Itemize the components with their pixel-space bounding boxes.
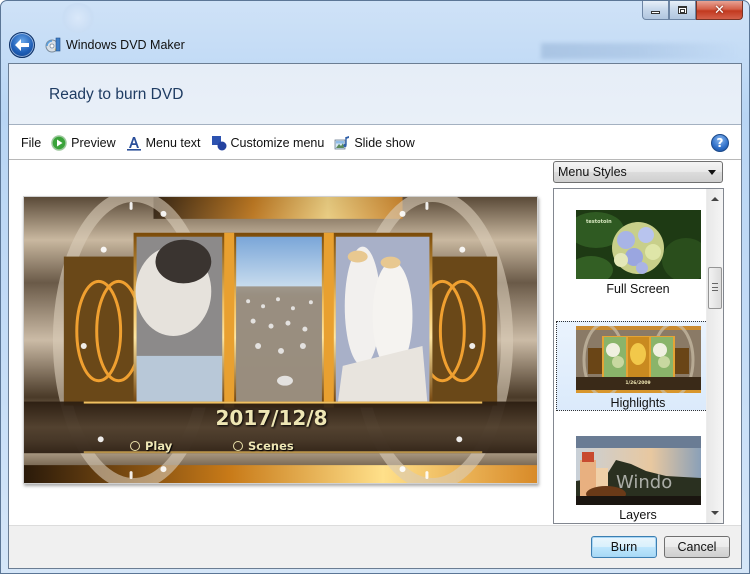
scroll-up-arrow-icon[interactable] — [711, 197, 719, 201]
styles-list-scrollbar[interactable] — [706, 189, 723, 523]
footer-bar: Burn Cancel — [9, 525, 741, 568]
menu-styles-list: testotoin Full Screen 1/26/2009 Highligh… — [553, 188, 724, 524]
menu-preview: 2017/12/8 Play Scenes — [23, 196, 538, 484]
style-thumbnail-layers: Windo — [575, 436, 701, 505]
window-title: Windows DVD Maker — [66, 38, 185, 52]
burn-button[interactable]: Burn — [591, 536, 657, 558]
style-item-layers[interactable]: Windo Layers — [556, 432, 720, 522]
arrow-left-icon — [15, 39, 29, 51]
help-button[interactable]: ? — [711, 134, 729, 152]
style-label-full-screen: Full Screen — [606, 282, 670, 296]
text-a-icon — [126, 136, 141, 151]
highlights-thumbnail-image: 1/26/2009 — [575, 326, 701, 393]
grip-icon — [712, 283, 718, 291]
scrollbar-thumb[interactable] — [708, 267, 722, 309]
slideshow-icon — [334, 135, 350, 149]
maximize-button[interactable] — [669, 1, 696, 20]
wizard-content: Ready to burn DVD File Preview Menu text — [8, 63, 742, 569]
slide-show-button[interactable]: Slide show — [334, 131, 415, 155]
slide-show-label: Slide show — [354, 135, 415, 150]
wizard-header: Ready to burn DVD — [9, 64, 741, 125]
dvd-maker-window: ✕ Windows DVD Maker Ready to burn DVD Fi… — [0, 0, 750, 574]
thumbnail-caption: testotoin — [586, 219, 612, 225]
lighthouse-thumbnail-image: Windo — [575, 436, 701, 505]
style-label-layers: Layers — [619, 508, 657, 522]
menu-title-text: 2017/12/8 — [215, 406, 328, 430]
menu-styles-dropdown[interactable]: Menu Styles — [553, 161, 723, 183]
dvd-maker-app-icon — [45, 37, 61, 53]
main-area: 2017/12/8 Play Scenes Menu Styles testot… — [9, 161, 741, 524]
scroll-down-arrow-icon[interactable] — [711, 511, 719, 515]
menu-option-scenes-label: Scenes — [248, 439, 294, 453]
preview-button[interactable]: Preview — [51, 131, 116, 155]
menu-option-play-label: Play — [145, 439, 173, 453]
toolbar: File Preview Menu text Customize menu Sl… — [9, 126, 741, 160]
menu-text-button[interactable]: Menu text — [126, 131, 201, 155]
radio-ring-icon — [233, 441, 243, 451]
caption-buttons: ✕ — [642, 1, 743, 20]
style-thumbnail-full-screen: testotoin — [575, 210, 701, 279]
shapes-icon — [211, 135, 227, 150]
file-menu-label: File — [21, 135, 42, 150]
menu-preview-title: 2017/12/8 — [24, 406, 537, 430]
title-bar: Windows DVD Maker — [9, 31, 185, 59]
menu-styles-dropdown-value: Menu Styles — [558, 165, 627, 179]
style-item-full-screen[interactable]: testotoin Full Screen — [556, 206, 720, 296]
close-icon: ✕ — [714, 2, 725, 18]
customize-menu-label: Customize menu — [230, 135, 325, 150]
hydrangea-thumbnail-image: testotoin — [575, 210, 701, 279]
menu-option-play[interactable]: Play — [130, 439, 172, 453]
glass-decoration — [59, 3, 97, 33]
radio-ring-icon — [130, 441, 140, 451]
menu-text-label: Menu text — [145, 135, 201, 150]
preview-label: Preview — [71, 135, 116, 150]
file-menu[interactable]: File — [21, 131, 41, 155]
menu-option-scenes[interactable]: Scenes — [233, 439, 294, 453]
style-label-highlights: Highlights — [610, 396, 666, 410]
glass-decoration — [541, 43, 741, 59]
chevron-down-icon — [708, 170, 716, 175]
style-thumbnail-highlights: 1/26/2009 — [575, 326, 701, 393]
close-button[interactable]: ✕ — [696, 1, 743, 20]
thumbnail-caption: 1/26/2009 — [625, 380, 650, 386]
page-title: Ready to burn DVD — [49, 86, 184, 103]
minimize-icon — [651, 11, 660, 14]
play-circle-icon — [51, 134, 67, 151]
customize-menu-button[interactable]: Customize menu — [211, 131, 325, 155]
back-button[interactable] — [9, 32, 35, 58]
style-item-highlights[interactable]: 1/26/2009 Highlights — [556, 321, 720, 411]
thumbnail-caption: Windo — [616, 472, 672, 493]
minimize-button[interactable] — [642, 1, 669, 20]
cancel-button[interactable]: Cancel — [664, 536, 730, 558]
help-icon: ? — [716, 136, 724, 150]
maximize-icon — [678, 6, 687, 14]
